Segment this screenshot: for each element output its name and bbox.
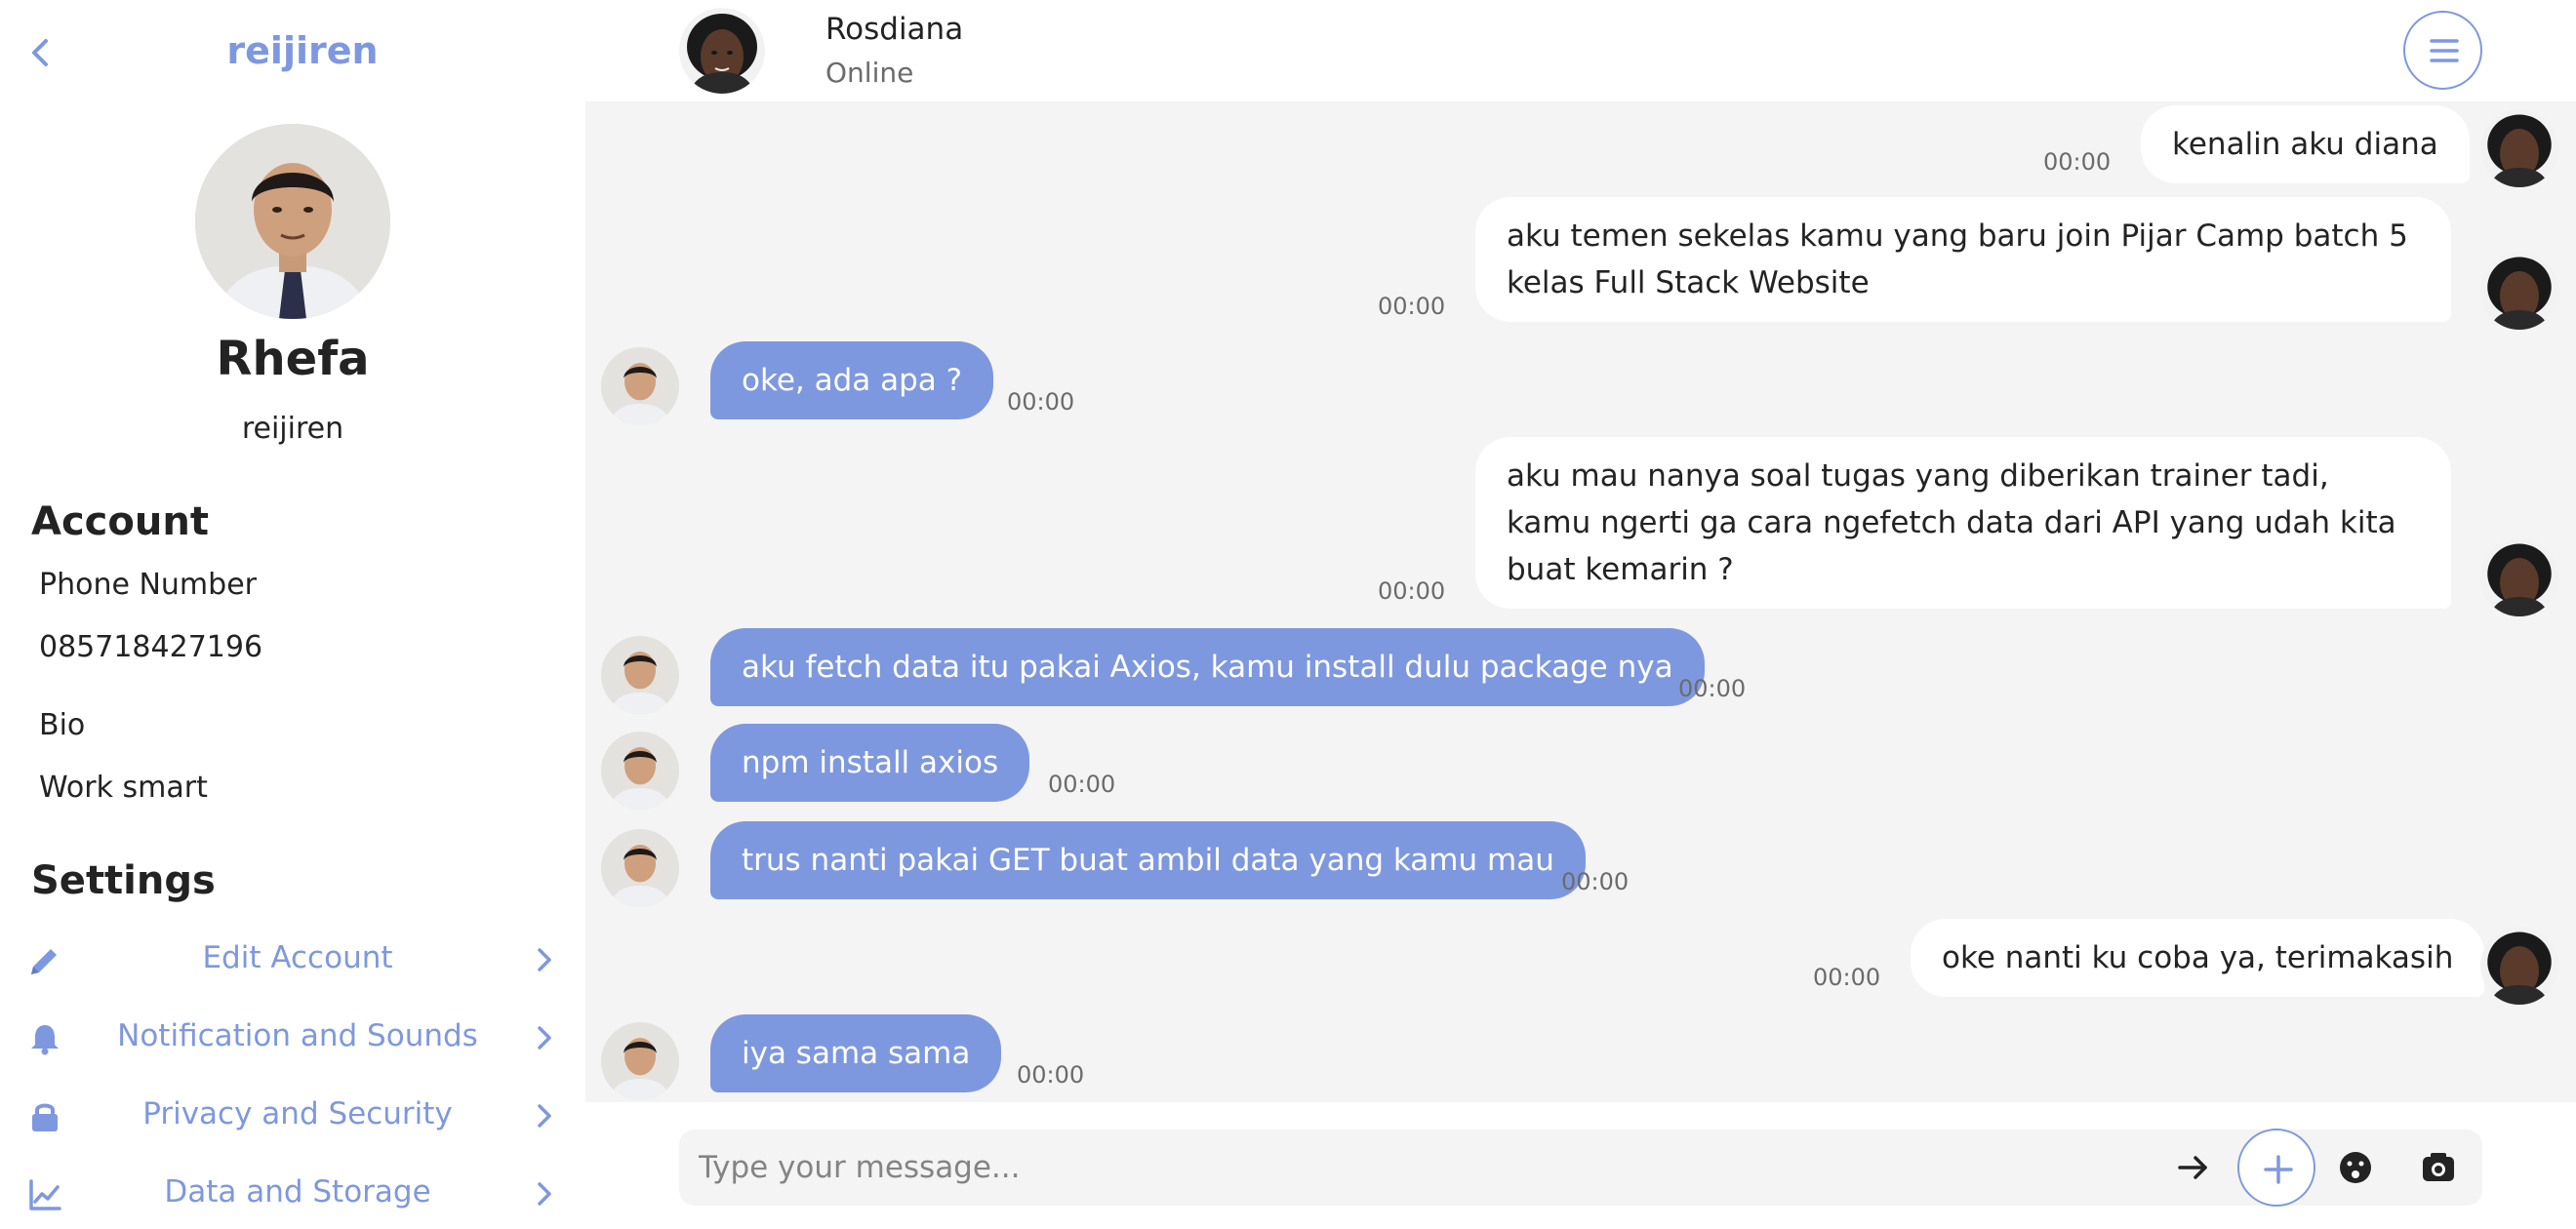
contact-avatar[interactable] xyxy=(679,8,765,94)
my-message-avatar xyxy=(601,829,679,907)
settings-item-label: Data and Storage xyxy=(164,1174,431,1209)
emoji-icon[interactable] xyxy=(2336,1148,2375,1187)
back-arrow-icon[interactable] xyxy=(25,33,55,72)
chat-header: Rosdiana Online xyxy=(585,0,2576,101)
message-composer xyxy=(585,1102,2576,1229)
settings-item-notifications[interactable]: Notification and Sounds xyxy=(0,1009,585,1067)
message-time: 00:00 xyxy=(1017,1061,1085,1089)
settings-item-edit-account[interactable]: Edit Account xyxy=(0,931,585,989)
my-message-avatar xyxy=(601,636,679,714)
message-bubble-outgoing[interactable]: npm install axios xyxy=(710,724,1030,802)
profile-avatar[interactable] xyxy=(195,124,390,319)
message-time: 00:00 xyxy=(1378,293,1446,320)
message-time: 00:00 xyxy=(1048,771,1116,798)
settings-item-label: Privacy and Security xyxy=(142,1096,453,1131)
message-bubble-incoming[interactable]: kenalin aku diana xyxy=(2141,105,2470,183)
bio-label: Bio xyxy=(39,708,86,742)
contact-message-avatar xyxy=(2480,927,2558,1005)
my-message-avatar xyxy=(601,1022,679,1100)
header-username: reijiren xyxy=(226,29,379,72)
bio-value: Work smart xyxy=(39,771,208,805)
send-arrow-icon[interactable] xyxy=(2174,1148,2213,1187)
my-message-avatar xyxy=(601,347,679,425)
contact-message-avatar xyxy=(2480,252,2558,330)
chevron-right-icon xyxy=(538,948,551,971)
profile-username: reijiren xyxy=(241,412,344,446)
hamburger-menu-icon xyxy=(2430,39,2459,62)
message-bubble-outgoing[interactable]: oke, ada apa ? xyxy=(710,341,994,419)
contact-message-avatar xyxy=(2480,109,2558,187)
message-bubble-outgoing[interactable]: iya sama sama xyxy=(710,1014,1002,1092)
message-time: 00:00 xyxy=(1813,964,1881,991)
profile-name: Rhefa xyxy=(216,332,370,386)
message-time: 00:00 xyxy=(1007,388,1075,416)
message-bubble-incoming[interactable]: aku temen sekelas kamu yang baru join Pi… xyxy=(1475,197,2451,322)
message-input[interactable] xyxy=(699,1139,2104,1196)
message-time: 00:00 xyxy=(2043,148,2112,176)
message-bubble-outgoing[interactable]: trus nanti pakai GET buat ambil data yan… xyxy=(710,821,1586,899)
message-time: 00:00 xyxy=(1378,577,1446,605)
add-attachment-button[interactable] xyxy=(2237,1129,2315,1207)
plus-icon xyxy=(2264,1155,2293,1184)
settings-item-privacy-security[interactable]: Privacy and Security xyxy=(0,1087,585,1145)
message-list[interactable]: 00:00 kenalin aku diana 00:00 aku temen … xyxy=(585,101,2576,1102)
contact-status: Online xyxy=(825,57,914,89)
settings-item-label: Notification and Sounds xyxy=(117,1018,478,1053)
phone-number-label: Phone Number xyxy=(39,568,257,602)
profile-sidebar: reijiren Rhefa reijiren Account Phone Nu… xyxy=(0,0,585,1229)
message-bubble-incoming[interactable]: aku mau nanya soal tugas yang diberikan … xyxy=(1475,437,2451,609)
settings-item-data-storage[interactable]: Data and Storage xyxy=(0,1165,585,1223)
chat-menu-button[interactable] xyxy=(2403,11,2482,90)
message-input-box xyxy=(679,1129,2482,1207)
contact-message-avatar xyxy=(2480,538,2558,616)
chevron-right-icon xyxy=(538,1026,551,1050)
phone-number-value: 085718427196 xyxy=(39,630,263,664)
chat-panel: Rosdiana Online 00:00 kenalin aku diana … xyxy=(585,0,2576,1229)
camera-icon[interactable] xyxy=(2419,1148,2458,1187)
message-bubble-outgoing[interactable]: aku fetch data itu pakai Axios, kamu ins… xyxy=(710,628,1705,706)
chevron-right-icon xyxy=(538,1182,551,1206)
settings-item-label: Edit Account xyxy=(202,940,393,975)
message-time: 00:00 xyxy=(1561,868,1630,895)
my-message-avatar xyxy=(601,732,679,810)
chevron-right-icon xyxy=(538,1104,551,1128)
settings-section-title: Settings xyxy=(31,858,216,903)
contact-name: Rosdiana xyxy=(825,12,964,47)
message-time: 00:00 xyxy=(1678,675,1747,702)
message-bubble-incoming[interactable]: oke nanti ku coba ya, terimakasih xyxy=(1911,919,2485,997)
account-section-title: Account xyxy=(31,499,209,544)
